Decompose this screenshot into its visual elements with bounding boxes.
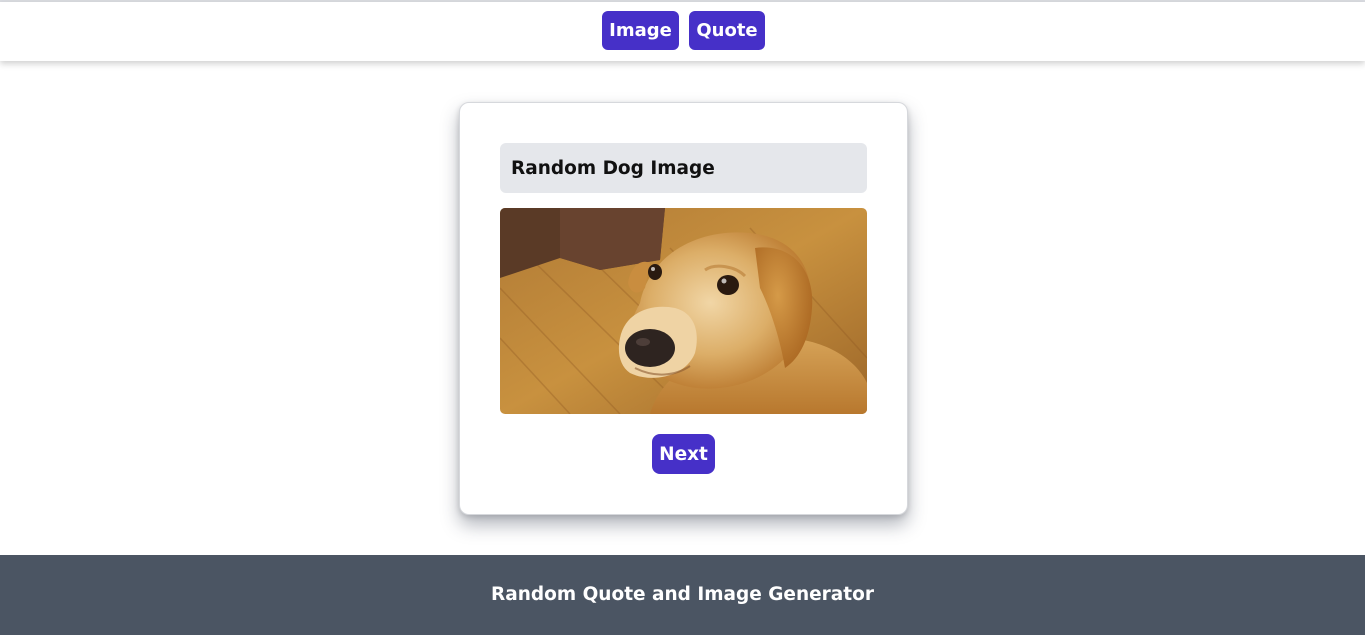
quote-nav-button[interactable]: Quote [689,11,765,50]
image-nav-button[interactable]: Image [602,11,679,50]
dog-image-card: Random Dog Image Next [459,102,908,515]
footer: Random Quote and Image Generator [0,555,1365,635]
card-title: Random Dog Image [500,143,867,193]
dog-photo [500,208,867,414]
top-navbar: Image Quote [0,2,1365,61]
next-button[interactable]: Next [652,434,715,474]
footer-text: Random Quote and Image Generator [491,583,874,605]
